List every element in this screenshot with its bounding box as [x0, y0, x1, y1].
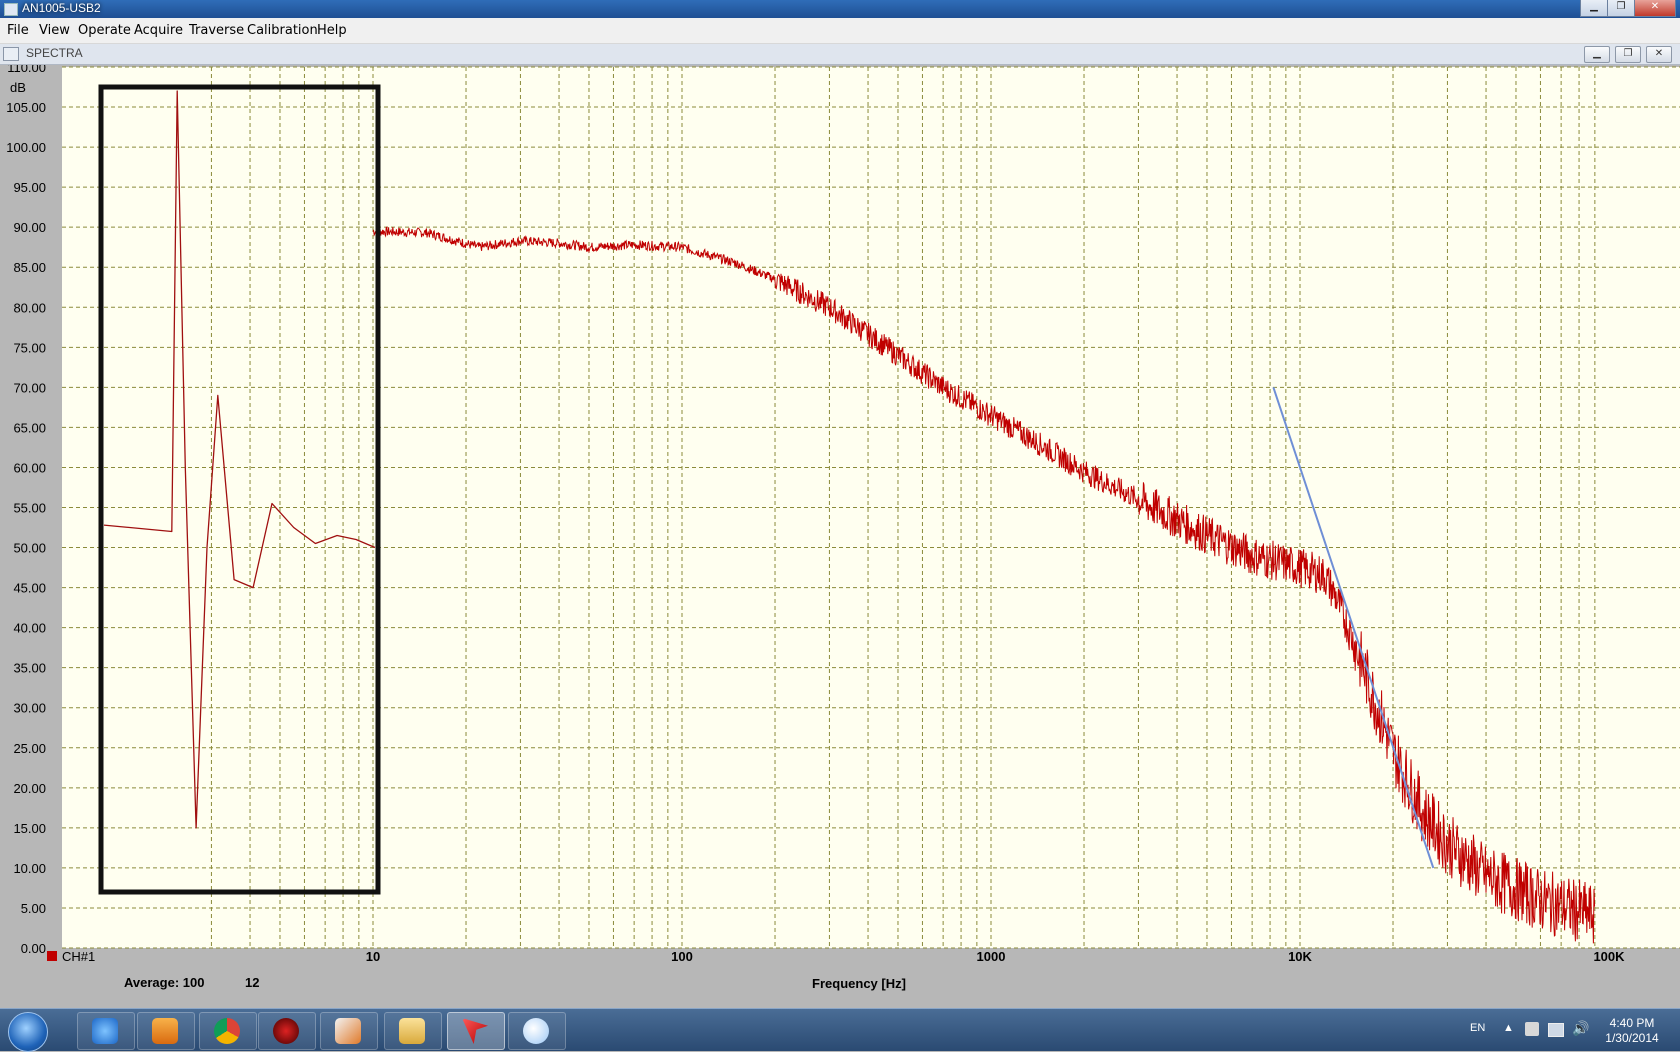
folder-icon [399, 1018, 425, 1044]
y-tick-label: 35.00 [13, 661, 46, 676]
red-arrow-icon [462, 1018, 488, 1044]
ie-icon [92, 1018, 118, 1044]
x-tick-label: 10 [366, 949, 380, 964]
volume-icon[interactable]: 🔊 [1572, 1020, 1589, 1037]
x-tick-label: 1000 [977, 949, 1006, 964]
start-button[interactable] [8, 1012, 48, 1052]
y-tick-label: 110.00 [7, 65, 46, 75]
average-count: 12 [245, 975, 259, 990]
system-clock[interactable]: 4:40 PM 1/30/2014 [1592, 1016, 1672, 1046]
close-button[interactable]: ✕ [1634, 0, 1676, 17]
spectrum-chart: 110.00105.00100.0095.0090.0085.0080.0075… [0, 65, 1680, 1008]
y-tick-label: 80.00 [13, 300, 46, 315]
y-tick-label: 15.00 [13, 821, 46, 836]
x-axis-label: Frequency [Hz] [812, 976, 906, 991]
action-center-icon[interactable] [1525, 1022, 1539, 1036]
spectra-restore-button[interactable]: ❐ [1615, 46, 1641, 63]
app-icon [4, 3, 18, 16]
y-tick-label: 25.00 [13, 741, 46, 756]
taskbar-ie[interactable] [77, 1012, 135, 1050]
show-hidden-icons[interactable]: ▲ [1503, 1022, 1514, 1034]
y-axis-label: dB [10, 80, 26, 95]
legend-swatch [47, 951, 57, 961]
menu-file[interactable]: File [7, 23, 29, 38]
spectra-window-titlebar: SPECTRA ▁ ❐ ✕ [0, 44, 1680, 65]
y-tick-label: 50.00 [13, 541, 46, 556]
menu-operate[interactable]: Operate [78, 23, 131, 38]
window-titlebar: AN1005-USB2 ▁ ❐ ✕ [0, 0, 1680, 18]
y-tick-label: 60.00 [13, 460, 46, 475]
y-tick-label: 55.00 [13, 501, 46, 516]
taskbar: EN ▲ 🔊 4:40 PM 1/30/2014 [0, 1008, 1680, 1052]
x-tick-label: 100 [671, 949, 693, 964]
y-tick-label: 30.00 [13, 701, 46, 716]
menu-calibration[interactable]: Calibration [247, 23, 318, 38]
clock-date: 1/30/2014 [1605, 1031, 1659, 1045]
y-tick-label: 5.00 [21, 901, 46, 916]
y-tick-label: 10.00 [13, 861, 46, 876]
spectra-window-icon[interactable] [3, 47, 19, 61]
maximize-button[interactable]: ❐ [1607, 0, 1635, 17]
paint-icon [523, 1018, 549, 1044]
bug-icon [273, 1018, 299, 1044]
taskbar-folder[interactable] [384, 1012, 442, 1050]
taskbar-tools[interactable] [320, 1012, 378, 1050]
y-tick-label: 95.00 [13, 180, 46, 195]
y-tick-label: 40.00 [13, 621, 46, 636]
x-tick-label: 100K [1593, 949, 1625, 964]
y-tick-label: 105.00 [6, 100, 46, 115]
y-tick-label: 65.00 [13, 420, 46, 435]
legend-label: CH#1 [62, 949, 95, 964]
menu-traverse[interactable]: Traverse [189, 23, 244, 38]
y-tick-label: 45.00 [13, 581, 46, 596]
spectra-minimize-button[interactable]: ▁ [1584, 46, 1610, 63]
menu-acquire[interactable]: Acquire [134, 23, 183, 38]
taskbar-media[interactable] [137, 1012, 195, 1050]
menu-help[interactable]: Help [317, 23, 347, 38]
window-title: AN1005-USB2 [22, 1, 101, 15]
menu-view[interactable]: View [39, 23, 70, 38]
y-tick-label: 100.00 [6, 140, 46, 155]
taskbar-bug[interactable] [258, 1012, 316, 1050]
media-icon [152, 1018, 178, 1044]
taskbar-chrome[interactable] [199, 1012, 257, 1050]
language-indicator[interactable]: EN [1470, 1022, 1485, 1034]
y-tick-label: 0.00 [21, 941, 46, 956]
chrome-icon [214, 1018, 240, 1044]
taskbar-paint[interactable] [508, 1012, 566, 1050]
x-tick-label: 10K [1288, 949, 1312, 964]
y-tick-label: 90.00 [13, 220, 46, 235]
network-icon[interactable] [1548, 1023, 1564, 1037]
clock-time: 4:40 PM [1609, 1016, 1655, 1030]
y-tick-label: 20.00 [13, 781, 46, 796]
taskbar-active-app[interactable] [447, 1012, 505, 1050]
spectra-window-title: SPECTRA [26, 46, 83, 60]
menu-bar: File View Operate Acquire Traverse Calib… [0, 18, 1680, 44]
y-tick-label: 70.00 [13, 380, 46, 395]
tools-icon [335, 1018, 361, 1044]
average-label: Average: 100 [124, 975, 204, 990]
minimize-button[interactable]: ▁ [1580, 0, 1608, 17]
spectra-close-button[interactable]: ✕ [1646, 46, 1672, 63]
y-tick-label: 75.00 [13, 340, 46, 355]
y-tick-label: 85.00 [13, 260, 46, 275]
